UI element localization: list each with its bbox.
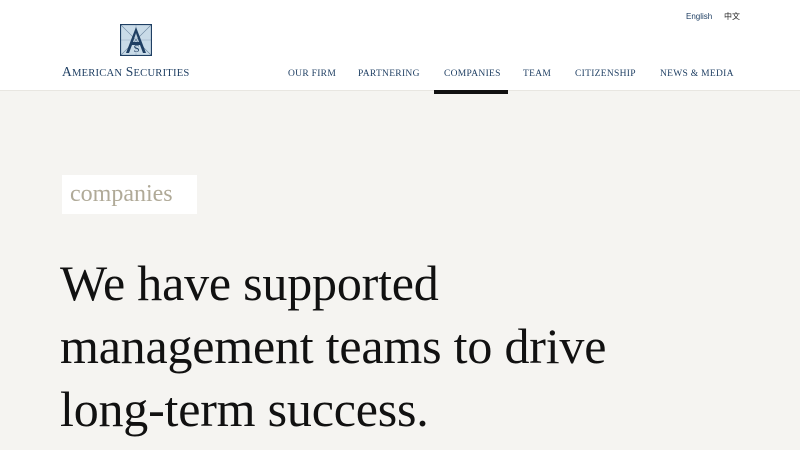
logo-initial-a: A — [62, 64, 72, 79]
nav-item-companies[interactable]: COMPANIES — [444, 68, 501, 80]
language-chinese-link[interactable]: 中文 — [724, 12, 740, 22]
logo-wordmark[interactable]: AMERICAN SECURITIES — [62, 64, 189, 82]
logo-word-ecurities: ECURITIES — [133, 68, 190, 79]
hero-headline-line-1: We have supported — [60, 255, 439, 311]
nav-item-team[interactable]: TEAM — [523, 68, 551, 80]
nav-item-our-firm[interactable]: OUR FIRM — [288, 68, 336, 80]
nav-item-news-media[interactable]: NEWS & MEDIA — [660, 68, 734, 80]
nav-item-partnering[interactable]: PARTNERING — [358, 68, 420, 80]
language-english-link[interactable]: English — [686, 12, 712, 22]
site-header: English 中文 S AMERICAN SECURITIES OUR FIR… — [0, 0, 800, 91]
hero-headline: We have supported management teams to dr… — [60, 252, 760, 441]
section-label-box: companies — [62, 175, 197, 214]
american-securities-logo-icon[interactable]: S — [120, 24, 152, 56]
section-label: companies — [70, 181, 173, 207]
hero-headline-line-3: long-term success. — [60, 381, 429, 437]
nav-active-indicator — [434, 90, 508, 94]
hero-headline-line-2: management teams to drive — [60, 318, 607, 374]
nav-item-citizenship[interactable]: CITIZENSHIP — [575, 68, 636, 80]
logo-word-merican: MERICAN — [71, 68, 123, 79]
logo-mark-letter: S — [133, 43, 139, 55]
logo-initial-s: S — [125, 64, 134, 79]
